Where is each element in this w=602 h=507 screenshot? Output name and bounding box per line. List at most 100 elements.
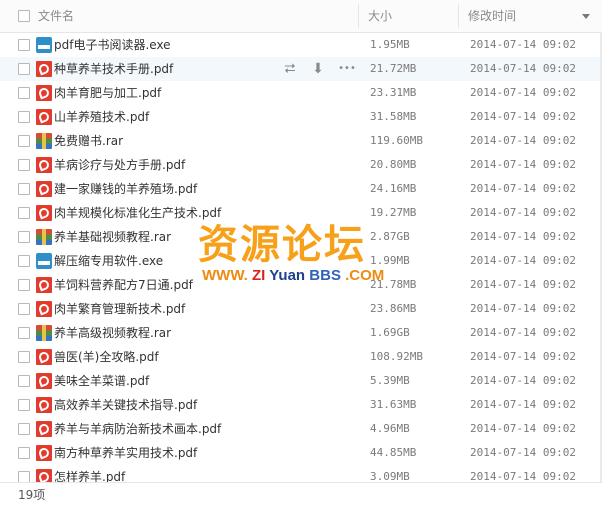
file-modified-date: 2014-07-14 09:02 bbox=[470, 182, 576, 195]
row-checkbox[interactable] bbox=[18, 183, 30, 195]
file-modified-date: 2014-07-14 09:02 bbox=[470, 254, 576, 267]
row-checkbox[interactable] bbox=[18, 255, 30, 267]
file-name[interactable]: 肉羊繁育管理新技术.pdf bbox=[54, 297, 185, 321]
file-name[interactable]: 建一家赚钱的羊养殖场.pdf bbox=[54, 177, 197, 201]
file-size: 24.16MB bbox=[370, 182, 417, 195]
pdf-file-icon bbox=[36, 181, 52, 197]
row-checkbox[interactable] bbox=[18, 39, 30, 51]
sort-desc-icon[interactable] bbox=[582, 14, 590, 19]
row-checkbox[interactable] bbox=[18, 327, 30, 339]
row-checkbox[interactable] bbox=[18, 87, 30, 99]
file-modified-date: 2014-07-14 09:02 bbox=[470, 350, 576, 363]
file-modified-date: 2014-07-14 09:02 bbox=[470, 398, 576, 411]
file-row[interactable]: 种草养羊技术手册.pdf ⮂ ⬇ ••• 21.72MB 2014-07-14 09:02 bbox=[0, 57, 602, 81]
file-name[interactable]: 美味全羊菜谱.pdf bbox=[54, 369, 149, 393]
file-row[interactable]: pdf电子书阅读器.exe 1.95MB 2014-07-14 09:02 bbox=[0, 33, 602, 57]
file-row[interactable]: 羊病诊疗与处方手册.pdf 20.80MB 2014-07-14 09:02 bbox=[0, 153, 602, 177]
file-row[interactable]: 南方种草养羊实用技术.pdf 44.85MB 2014-07-14 09:02 bbox=[0, 441, 602, 465]
file-name[interactable]: 山羊养殖技术.pdf bbox=[54, 105, 149, 129]
row-checkbox[interactable] bbox=[18, 375, 30, 387]
file-modified-date: 2014-07-14 09:02 bbox=[470, 158, 576, 171]
file-size: 119.60MB bbox=[370, 134, 423, 147]
item-count: 19项 bbox=[18, 488, 46, 502]
file-name[interactable]: 解压缩专用软件.exe bbox=[54, 249, 163, 273]
file-name[interactable]: 兽医(羊)全攻略.pdf bbox=[54, 345, 159, 369]
file-size: 19.27MB bbox=[370, 206, 417, 219]
file-name[interactable]: 羊饲料营养配方7日通.pdf bbox=[54, 273, 193, 297]
column-header-size[interactable]: 大小 bbox=[368, 0, 392, 32]
status-bar: 19项 bbox=[0, 482, 602, 506]
file-row[interactable]: 养羊与羊病防治新技术画本.pdf 4.96MB 2014-07-14 09:02 bbox=[0, 417, 602, 441]
column-header-name[interactable]: 文件名 bbox=[38, 0, 74, 32]
row-checkbox[interactable] bbox=[18, 351, 30, 363]
file-name[interactable]: pdf电子书阅读器.exe bbox=[54, 33, 171, 57]
file-row[interactable]: 免费赠书.rar 119.60MB 2014-07-14 09:02 bbox=[0, 129, 602, 153]
row-checkbox[interactable] bbox=[18, 279, 30, 291]
pdf-file-icon bbox=[36, 373, 52, 389]
file-modified-date: 2014-07-14 09:02 bbox=[470, 206, 576, 219]
file-row[interactable]: 养羊高级视频教程.rar 1.69GB 2014-07-14 09:02 bbox=[0, 321, 602, 345]
file-row[interactable]: 山羊养殖技术.pdf 31.58MB 2014-07-14 09:02 bbox=[0, 105, 602, 129]
file-row[interactable]: 养羊基础视频教程.rar 2.87GB 2014-07-14 09:02 bbox=[0, 225, 602, 249]
file-row[interactable]: 兽医(羊)全攻略.pdf 108.92MB 2014-07-14 09:02 bbox=[0, 345, 602, 369]
rar-file-icon bbox=[36, 229, 52, 245]
column-divider[interactable] bbox=[358, 4, 359, 28]
file-size: 31.63MB bbox=[370, 398, 417, 411]
file-name[interactable]: 羊病诊疗与处方手册.pdf bbox=[54, 153, 185, 177]
file-size: 5.39MB bbox=[370, 374, 410, 387]
file-row[interactable]: 解压缩专用软件.exe 1.99MB 2014-07-14 09:02 bbox=[0, 249, 602, 273]
file-row[interactable]: 美味全羊菜谱.pdf 5.39MB 2014-07-14 09:02 bbox=[0, 369, 602, 393]
pdf-file-icon bbox=[36, 421, 52, 437]
pdf-file-icon bbox=[36, 157, 52, 173]
row-checkbox[interactable] bbox=[18, 135, 30, 147]
file-size: 2.87GB bbox=[370, 230, 410, 243]
row-checkbox[interactable] bbox=[18, 207, 30, 219]
select-all-checkbox[interactable] bbox=[18, 10, 30, 22]
share-icon[interactable]: ⮂ bbox=[282, 61, 298, 77]
file-name[interactable]: 养羊高级视频教程.rar bbox=[54, 321, 171, 345]
pdf-file-icon bbox=[36, 349, 52, 365]
row-checkbox[interactable] bbox=[18, 447, 30, 459]
row-checkbox[interactable] bbox=[18, 63, 30, 75]
file-name[interactable]: 南方种草养羊实用技术.pdf bbox=[54, 441, 197, 465]
row-checkbox[interactable] bbox=[18, 231, 30, 243]
file-name[interactable]: 高效养羊关键技术指导.pdf bbox=[54, 393, 197, 417]
file-modified-date: 2014-07-14 09:02 bbox=[470, 374, 576, 387]
pdf-file-icon bbox=[36, 85, 52, 101]
file-row[interactable]: 肉羊育肥与加工.pdf 23.31MB 2014-07-14 09:02 bbox=[0, 81, 602, 105]
column-divider[interactable] bbox=[458, 4, 459, 28]
file-size: 31.58MB bbox=[370, 110, 417, 123]
file-row[interactable]: 肉羊规模化标准化生产技术.pdf 19.27MB 2014-07-14 09:02 bbox=[0, 201, 602, 225]
file-size: 21.78MB bbox=[370, 278, 417, 291]
file-size: 44.85MB bbox=[370, 446, 417, 459]
exe-file-icon bbox=[36, 37, 52, 53]
file-modified-date: 2014-07-14 09:02 bbox=[470, 38, 576, 51]
file-size: 1.69GB bbox=[370, 326, 410, 339]
file-modified-date: 2014-07-14 09:02 bbox=[470, 326, 576, 339]
row-checkbox[interactable] bbox=[18, 111, 30, 123]
file-row[interactable]: 羊饲料营养配方7日通.pdf 21.78MB 2014-07-14 09:02 bbox=[0, 273, 602, 297]
row-checkbox[interactable] bbox=[18, 159, 30, 171]
file-row[interactable]: 肉羊繁育管理新技术.pdf 23.86MB 2014-07-14 09:02 bbox=[0, 297, 602, 321]
pdf-file-icon bbox=[36, 301, 52, 317]
file-row[interactable]: 高效养羊关键技术指导.pdf 31.63MB 2014-07-14 09:02 bbox=[0, 393, 602, 417]
file-name[interactable]: 种草养羊技术手册.pdf bbox=[54, 57, 173, 81]
pdf-file-icon bbox=[36, 205, 52, 221]
file-modified-date: 2014-07-14 09:02 bbox=[470, 86, 576, 99]
row-checkbox[interactable] bbox=[18, 303, 30, 315]
more-icon[interactable]: ••• bbox=[336, 61, 358, 77]
row-checkbox[interactable] bbox=[18, 423, 30, 435]
file-name[interactable]: 肉羊育肥与加工.pdf bbox=[54, 81, 161, 105]
file-size: 4.96MB bbox=[370, 422, 410, 435]
file-name[interactable]: 养羊与羊病防治新技术画本.pdf bbox=[54, 417, 221, 441]
file-row[interactable]: 建一家赚钱的羊养殖场.pdf 24.16MB 2014-07-14 09:02 bbox=[0, 177, 602, 201]
file-list-header: 文件名 大小 修改时间 bbox=[0, 0, 602, 33]
download-icon[interactable]: ⬇ bbox=[310, 61, 326, 77]
row-checkbox[interactable] bbox=[18, 399, 30, 411]
pdf-file-icon bbox=[36, 397, 52, 413]
column-header-modified[interactable]: 修改时间 bbox=[468, 0, 516, 32]
file-name[interactable]: 养羊基础视频教程.rar bbox=[54, 225, 171, 249]
file-name[interactable]: 肉羊规模化标准化生产技术.pdf bbox=[54, 201, 221, 225]
pdf-file-icon bbox=[36, 277, 52, 293]
file-name[interactable]: 免费赠书.rar bbox=[54, 129, 123, 153]
